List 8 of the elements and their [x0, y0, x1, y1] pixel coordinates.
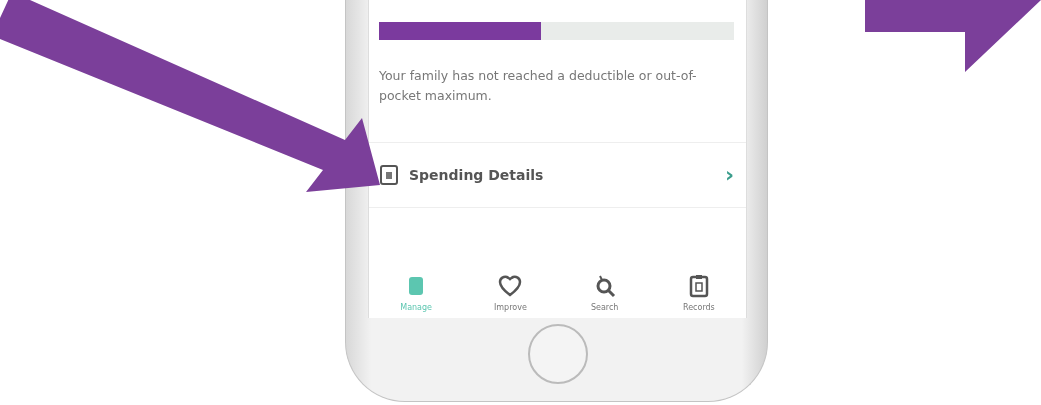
- tab-bar-item[interactable]: Records: [663, 274, 734, 314]
- spending-details-label: Spending Details: [409, 165, 545, 185]
- tab-bar-item[interactable]: Improve: [475, 274, 546, 314]
- tab-bar-item[interactable]: Search: [569, 274, 640, 314]
- chevron-icon: ›: [724, 164, 734, 186]
- heart-icon: [498, 274, 523, 298]
- document-icon: [379, 164, 399, 186]
- status-message: Your family has not reached a deductible or out-of-pocket maximum.: [379, 67, 698, 105]
